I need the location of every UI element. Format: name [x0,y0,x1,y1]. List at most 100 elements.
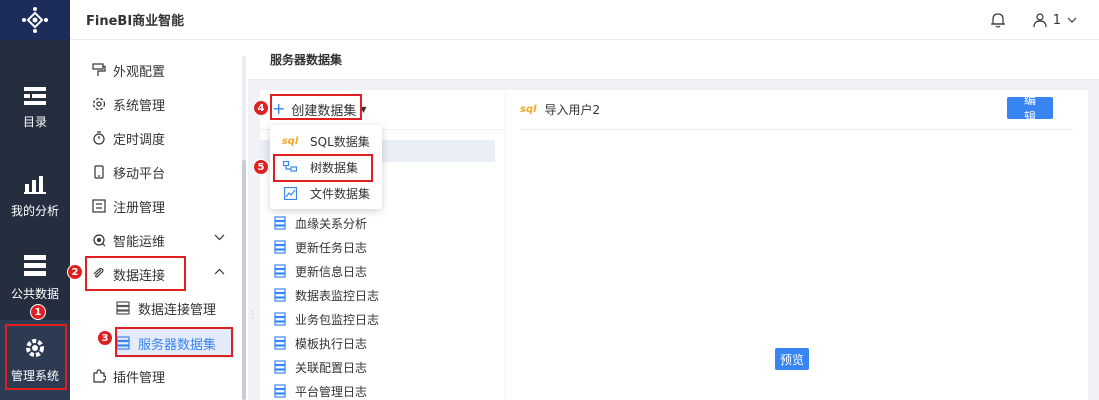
main-navigation-rail: 目录 我的分析 公共数据 管理系统 [0,0,70,400]
create-toolbar: + 创建数据集 ▼ [260,90,505,130]
menu-item-system[interactable]: 系统管理 [92,89,165,119]
menu-item-data-connection[interactable]: 数据连接 [92,259,225,289]
rail-label: 我的分析 [10,203,59,218]
dataset-icon [274,360,286,374]
dropdown-item-label: 树数据集 [310,160,359,175]
menu-item-register[interactable]: 注册管理 [92,191,165,221]
dataset-name: 血缘关系分析 [295,216,368,231]
dataset-icon [274,264,286,278]
catalog-icon [24,86,46,105]
dataset-item[interactable]: 模板执行日志 [274,333,367,353]
menu-item-label: 移动平台 [113,166,166,182]
rail-item-my-analysis[interactable]: 我的分析 [0,156,70,236]
submenu-item-label: 数据连接管理 [138,302,217,318]
app-title: FineBI商业智能 [86,14,185,29]
top-header: FineBI商业智能 1 [70,0,1099,40]
dataset-item[interactable]: 数据表监控日志 [274,285,379,305]
paint-icon [92,63,106,77]
plus-icon: + [272,99,286,118]
user-menu[interactable]: 1 [1033,13,1077,28]
rail-label: 公共数据 [10,286,59,301]
dataset-detail-name: 导入用户2 [544,103,601,117]
plugin-icon [92,369,106,383]
edit-button[interactable]: 编辑 [1007,93,1053,124]
chevron-up-icon [214,268,225,275]
dropdown-item-sql-dataset[interactable]: sql SQL数据集 [270,129,382,153]
rail-label: 目录 [22,114,47,129]
timer-icon [92,131,106,145]
tree-icon [276,161,304,173]
logo-icon [22,7,48,33]
rail-label: 管理系统 [10,368,59,383]
bell-icon[interactable] [990,12,1005,28]
dataset-icon [274,240,286,254]
dataset-name: 业务包监控日志 [295,312,380,327]
register-icon [92,199,106,213]
user-icon [1033,13,1047,27]
menu-item-schedule[interactable]: 定时调度 [92,123,165,153]
menu-item-label: 注册管理 [113,200,166,216]
menu-item-label: 系统管理 [113,98,166,114]
dataset-icon [274,216,286,230]
create-dataset-dropdown: sql SQL数据集 树数据集 文件数据集 [270,125,382,209]
create-dataset-button[interactable]: + 创建数据集 ▼ [272,98,367,120]
menu-item-appearance[interactable]: 外观配置 [92,55,165,85]
chevron-down-icon [214,234,225,241]
annotation-marker-1: 1 [30,304,46,320]
menu-item-label: 外观配置 [113,64,166,80]
dropdown-item-label: SQL数据集 [310,134,370,149]
page-title: 服务器数据集 [270,53,343,67]
dataset-name: 数据表监控日志 [295,288,380,303]
management-submenu: 外观配置 系统管理 定时调度 移动平台 注册管理 智能运维 数据连接 数据连接管… [70,40,248,400]
connection-management-icon [116,301,130,315]
dataset-detail-panel: sql 导入用户2 编辑 预览 [506,90,1088,400]
dataset-name: 平台管理日志 [295,384,368,399]
mobile-icon [92,165,106,179]
dataset-item[interactable]: 平台管理日志 [274,381,367,400]
annotation-marker-2: 2 [67,264,83,280]
public-data-icon [24,254,46,276]
user-name: 1 [1052,12,1061,28]
dataset-item[interactable]: 更新任务日志 [274,237,367,257]
dataset-item[interactable]: 关联配置日志 [274,357,367,377]
dataset-item[interactable]: 血缘关系分析 [274,213,367,233]
app-logo[interactable] [0,0,70,40]
dataset-icon [274,384,286,398]
submenu-item-connection-management[interactable]: 数据连接管理 [116,293,234,323]
dropdown-item-file-dataset[interactable]: 文件数据集 [270,181,382,205]
settings-icon [92,97,106,111]
dataset-name: 关联配置日志 [295,360,368,375]
create-dataset-label: 创建数据集 [291,103,357,119]
analysis-icon [24,175,46,194]
panel-resize-handle[interactable]: ⋮⋮ [248,310,266,326]
dataset-item[interactable]: 更新信息日志 [274,261,367,281]
dataset-icon [274,312,286,326]
annotation-marker-5: 5 [253,159,269,175]
dataset-item[interactable]: 业务包监控日志 [274,309,379,329]
menu-item-mobile[interactable]: 移动平台 [92,157,165,187]
annotation-marker-3: 3 [97,330,113,346]
rail-item-management[interactable]: 管理系统 [0,320,70,400]
dataset-name: 更新信息日志 [295,264,368,279]
chevron-down-icon [1067,17,1077,23]
submenu-item-server-dataset[interactable]: 服务器数据集 [116,328,234,358]
rail-item-catalog[interactable]: 目录 [0,68,70,148]
content-header: 服务器数据集 [248,40,1099,80]
ops-icon [92,233,106,247]
submenu-item-label: 服务器数据集 [138,337,217,353]
preview-button[interactable]: 预览 [775,348,809,370]
menu-item-smart-ops[interactable]: 智能运维 [92,225,225,255]
dropdown-item-tree-dataset[interactable]: 树数据集 [270,155,382,179]
sql-icon: sql [520,104,537,115]
submenu-scrollbar-thumb[interactable] [242,160,246,400]
menu-item-plugin[interactable]: 插件管理 [92,361,165,391]
main-content: 服务器数据集 ⋮⋮ + 创建数据集 ▼ 血缘关系分析 更新任务日志 更新信息日志… [248,40,1099,400]
server-dataset-icon [116,336,130,350]
sql-icon: sql [281,135,299,147]
link-icon [92,267,106,281]
caret-down-icon: ▼ [360,104,367,114]
dropdown-item-label: 文件数据集 [310,186,371,201]
menu-item-label: 插件管理 [113,370,166,386]
dataset-icon [274,336,286,350]
menu-item-label: 数据连接 [113,268,166,284]
